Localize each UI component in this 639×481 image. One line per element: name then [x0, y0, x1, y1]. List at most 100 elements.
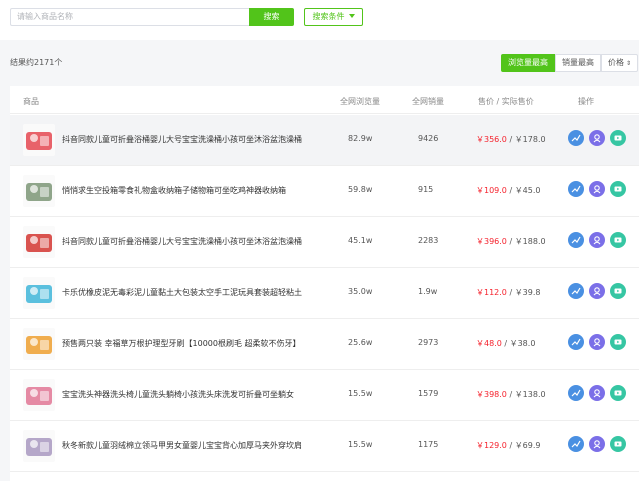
product-title[interactable]: 宝宝洗头神器洗头椅儿童洗头躺椅小孩洗头床洗发可折叠可坐躺女	[62, 389, 327, 400]
sort-group: 浏览量最高 销量最高 价格 ⇕	[501, 54, 639, 72]
views-value: 45.1w	[348, 236, 373, 245]
table-header: 商品 全网浏览量 全网销量 售价 / 实际售价 操作	[10, 86, 639, 114]
play-icon[interactable]	[610, 232, 626, 248]
sale-price: ￥48.0	[476, 339, 502, 348]
person-badge-icon[interactable]	[589, 436, 605, 452]
person-badge-icon[interactable]	[589, 181, 605, 197]
header-views: 全网浏览量	[340, 97, 380, 106]
table-row[interactable]: 预售两只装 幸福草万根护理型牙刷【10000根刷毛 超柔软不伤牙】 25.6w …	[10, 319, 639, 370]
price-cell: ￥398.0 / ￥138.0	[476, 390, 546, 399]
search-conditions-button[interactable]: 搜索条件	[304, 8, 363, 26]
sort-price-button[interactable]: 价格 ⇕	[601, 54, 639, 72]
person-badge-icon[interactable]	[589, 232, 605, 248]
actual-price: ￥69.9	[514, 441, 541, 450]
actual-price: ￥45.0	[514, 186, 541, 195]
trend-chart-icon[interactable]	[568, 334, 584, 350]
sale-price: ￥129.0	[476, 441, 507, 450]
search-button[interactable]: 搜索	[249, 8, 294, 26]
sale-price: ￥109.0	[476, 186, 507, 195]
table-row[interactable]: 秋冬新款儿童羽绒棉立领马甲男女童婴儿宝宝背心加厚马夹外穿坎肩 15.5w 117…	[10, 421, 639, 472]
product-title[interactable]: 抖音同款儿童可折叠浴桶婴儿大号宝宝洗澡桶小孩可坐沐浴盆泡澡桶	[62, 236, 327, 247]
table-row[interactable]: 卡乐优橡皮泥无毒彩泥儿童黏土大包装太空手工泥玩具套装超轻粘土 35.0w 1.9…	[10, 268, 639, 319]
sale-price: ￥112.0	[476, 288, 507, 297]
sale-price: ￥396.0	[476, 237, 507, 246]
header-actions: 操作	[578, 97, 594, 106]
views-value: 59.8w	[348, 185, 373, 194]
sort-sales-button[interactable]: 销量最高	[555, 54, 601, 72]
trend-chart-icon[interactable]	[568, 385, 584, 401]
product-title[interactable]: 卡乐优橡皮泥无毒彩泥儿童黏土大包装太空手工泥玩具套装超轻粘土	[62, 287, 327, 298]
sales-value: 1175	[418, 440, 439, 449]
product-thumbnail[interactable]	[23, 124, 55, 156]
product-title[interactable]: 悄悄求生空投箱零食礼物盒收纳箱子储物箱可坐吃鸡神器收纳箱	[62, 185, 327, 196]
sales-value: 2973	[418, 338, 439, 347]
product-thumbnail[interactable]	[23, 277, 55, 309]
actual-price: ￥188.0	[514, 237, 546, 246]
trend-chart-icon[interactable]	[568, 130, 584, 146]
result-count: 结果约2171个	[10, 58, 63, 67]
top-search-bar: 请输入商品名称 搜索 搜索条件	[0, 0, 639, 40]
price-cell: ￥129.0 / ￥69.9	[476, 441, 541, 450]
sale-price: ￥398.0	[476, 390, 507, 399]
play-icon[interactable]	[610, 385, 626, 401]
trend-chart-icon[interactable]	[568, 283, 584, 299]
price-cell: ￥112.0 / ￥39.8	[476, 288, 541, 297]
trend-chart-icon[interactable]	[568, 436, 584, 452]
sale-price: ￥356.0	[476, 135, 507, 144]
caret-down-icon	[348, 14, 355, 18]
play-icon[interactable]	[610, 334, 626, 350]
row-actions	[568, 436, 626, 452]
header-price: 售价 / 实际售价	[478, 97, 534, 106]
actual-price: ￥178.0	[514, 135, 546, 144]
person-badge-icon[interactable]	[589, 385, 605, 401]
views-value: 15.5w	[348, 440, 373, 449]
views-value: 25.6w	[348, 338, 373, 347]
product-thumbnail[interactable]	[23, 328, 55, 360]
price-cell: ￥109.0 / ￥45.0	[476, 186, 541, 195]
sort-views-button[interactable]: 浏览量最高	[501, 54, 555, 72]
product-thumbnail[interactable]	[23, 226, 55, 258]
play-icon[interactable]	[610, 130, 626, 146]
product-thumbnail[interactable]	[23, 175, 55, 207]
header-sales: 全网销量	[412, 97, 444, 106]
play-icon[interactable]	[610, 181, 626, 197]
person-badge-icon[interactable]	[589, 130, 605, 146]
product-table: 商品 全网浏览量 全网销量 售价 / 实际售价 操作 抖音同款儿童可折叠浴桶婴儿…	[10, 86, 639, 481]
sort-updown-icon: ⇕	[626, 60, 632, 67]
product-thumbnail[interactable]	[23, 430, 55, 462]
sort-price-label: 价格	[608, 58, 624, 67]
views-value: 35.0w	[348, 287, 373, 296]
actual-price: ￥138.0	[514, 390, 546, 399]
sales-value: 9426	[418, 134, 439, 143]
search-conditions-label: 搜索条件	[312, 12, 345, 21]
row-actions	[568, 232, 626, 248]
trend-chart-icon[interactable]	[568, 181, 584, 197]
actual-price: ￥39.8	[514, 288, 541, 297]
product-title[interactable]: 秋冬新款儿童羽绒棉立领马甲男女童婴儿宝宝背心加厚马夹外穿坎肩	[62, 440, 327, 451]
table-row[interactable]: 抖音同款儿童可折叠浴桶婴儿大号宝宝洗澡桶小孩可坐沐浴盆泡澡桶 45.1w 228…	[10, 217, 639, 268]
person-badge-icon[interactable]	[589, 334, 605, 350]
person-badge-icon[interactable]	[589, 283, 605, 299]
table-row[interactable]: 抖音同款儿童可折叠浴桶婴儿大号宝宝洗澡桶小孩可坐沐浴盆泡澡桶 82.9w 942…	[10, 115, 639, 166]
sales-value: 1.9w	[418, 287, 438, 296]
row-actions	[568, 130, 626, 146]
product-thumbnail[interactable]	[23, 379, 55, 411]
price-cell: ￥396.0 / ￥188.0	[476, 237, 546, 246]
table-row[interactable]: 悄悄求生空投箱零食礼物盒收纳箱子储物箱可坐吃鸡神器收纳箱 59.8w 915 ￥…	[10, 166, 639, 217]
row-actions	[568, 385, 626, 401]
price-cell: ￥48.0 / ￥38.0	[476, 339, 536, 348]
price-cell: ￥356.0 / ￥178.0	[476, 135, 546, 144]
product-title[interactable]: 抖音同款儿童可折叠浴桶婴儿大号宝宝洗澡桶小孩可坐沐浴盆泡澡桶	[62, 134, 327, 145]
sales-value: 915	[418, 185, 434, 194]
trend-chart-icon[interactable]	[568, 232, 584, 248]
views-value: 82.9w	[348, 134, 373, 143]
table-row[interactable]: 宝宝洗头神器洗头椅儿童洗头躺椅小孩洗头床洗发可折叠可坐躺女 15.5w 1579…	[10, 370, 639, 421]
row-actions	[568, 334, 626, 350]
play-icon[interactable]	[610, 283, 626, 299]
product-title[interactable]: 预售两只装 幸福草万根护理型牙刷【10000根刷毛 超柔软不伤牙】	[62, 338, 327, 349]
search-input[interactable]: 请输入商品名称	[10, 8, 250, 26]
header-product: 商品	[23, 97, 39, 106]
sales-value: 1579	[418, 389, 439, 398]
actual-price: ￥38.0	[509, 339, 536, 348]
play-icon[interactable]	[610, 436, 626, 452]
